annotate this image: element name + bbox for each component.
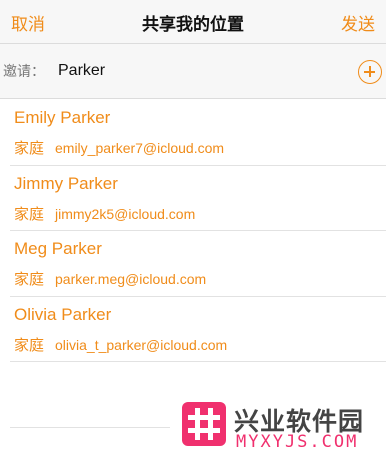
add-contact-button[interactable] — [358, 60, 382, 84]
contact-email: jimmy2k5@icloud.com — [55, 205, 196, 222]
contact-name: Emily Parker — [14, 108, 111, 127]
watermark: 兴业软件园 MYXYJS.COM — [178, 400, 386, 460]
invite-row: 邀请： — [0, 44, 386, 99]
contact-name: Olivia Parker — [14, 304, 112, 324]
divider — [10, 361, 386, 362]
contact-type-label: 家庭 — [14, 270, 45, 288]
send-button[interactable]: 发送 — [341, 10, 375, 35]
navigation-bar: 取消 共享我的位置 发送 — [0, 0, 386, 44]
divider — [10, 427, 170, 428]
hash-logo-icon — [182, 402, 226, 446]
contact-item-olivia-parker[interactable]: Olivia Parker 家庭 olivia_t_parker@icloud.… — [0, 297, 386, 362]
contact-type-label: 家庭 — [14, 204, 45, 223]
contact-email: emily_parker7@icloud.com — [55, 140, 225, 156]
contact-type-label: 家庭 — [14, 335, 45, 354]
contact-item-jimmy-parker[interactable]: Jimmy Parker 家庭 jimmy2k5@icloud.com — [0, 166, 386, 231]
page-title: 共享我的位置 — [142, 15, 244, 35]
contact-item-meg-parker[interactable]: Meg Parker 家庭 parker.meg@icloud.com — [0, 231, 386, 297]
contact-type-label: 家庭 — [14, 139, 45, 157]
contact-email: olivia_t_parker@icloud.com — [55, 336, 228, 353]
contact-item-emily-parker[interactable]: Emily Parker 家庭 emily_parker7@icloud.com — [0, 100, 386, 166]
contact-suggestions-list: Emily Parker 家庭 emily_parker7@icloud.com… — [0, 100, 386, 362]
contact-email: parker.meg@icloud.com — [55, 271, 207, 287]
watermark-url: MYXYJS.COM — [236, 432, 359, 452]
contact-name: Meg Parker — [14, 239, 102, 258]
contact-name: Jimmy Parker — [14, 173, 118, 193]
invite-label: 邀请： — [3, 64, 45, 80]
invite-input[interactable] — [58, 57, 338, 85]
